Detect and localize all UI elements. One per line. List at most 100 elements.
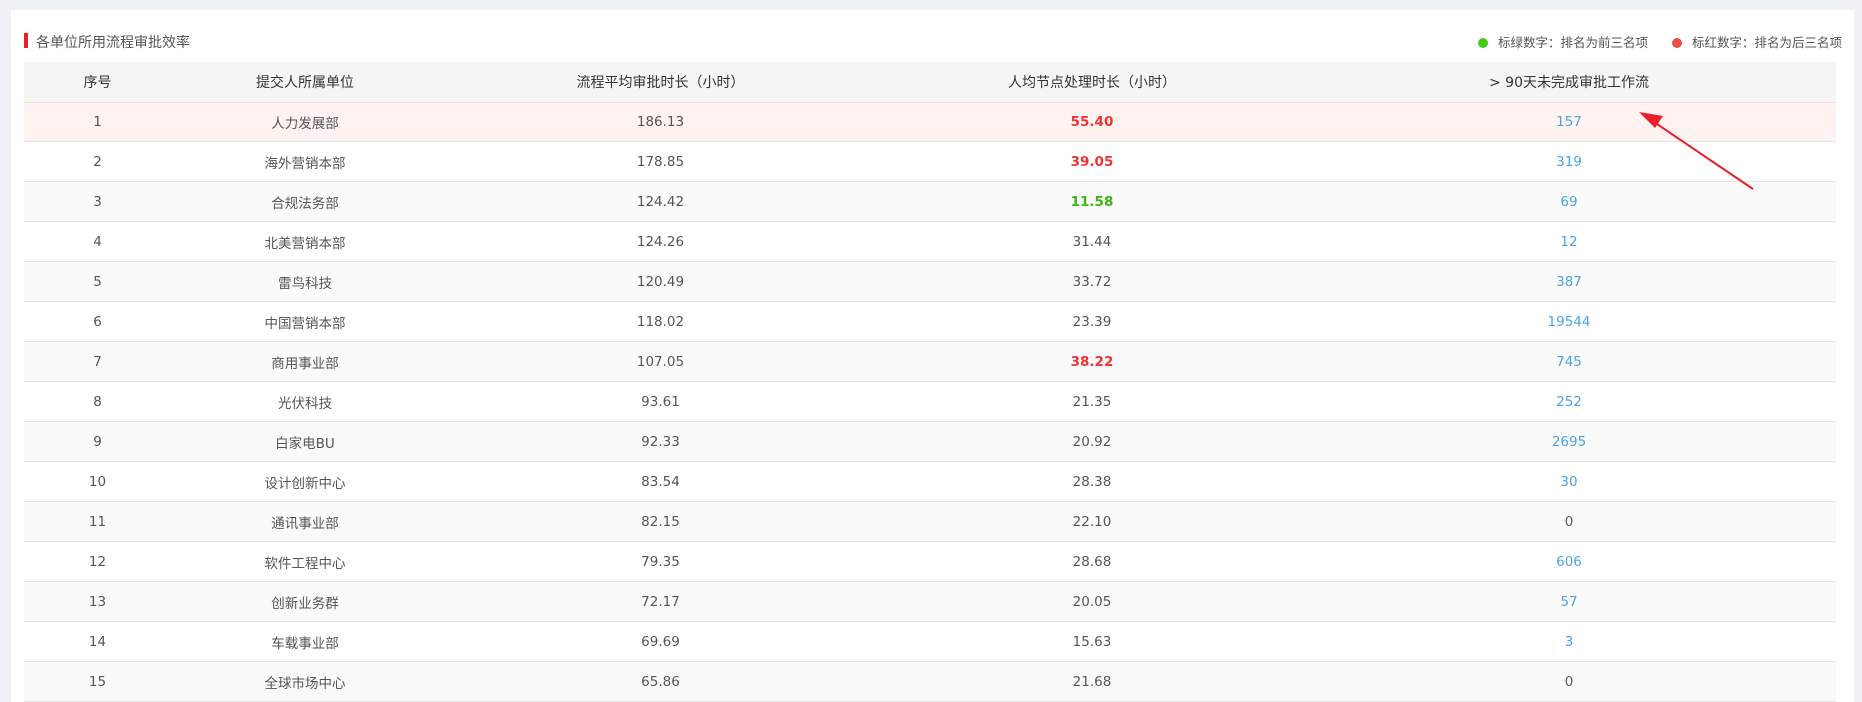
row-number: 14 xyxy=(88,633,107,650)
unit-name: 海外营销本部 xyxy=(264,155,346,172)
pending-workflows-link[interactable]: 319 xyxy=(1302,142,1836,181)
table-row: 2 海外营销本部 178.85 39.05 319 xyxy=(24,142,1836,182)
unit-name: 雷鸟科技 xyxy=(278,275,332,292)
pending-workflows-link[interactable]: 30 xyxy=(1302,462,1836,501)
unit-name: 软件工程中心 xyxy=(264,555,346,572)
unit-name: 创新业务群 xyxy=(271,595,339,612)
avg-approval-hours: 82.15 xyxy=(641,513,680,530)
avg-approval-hours: 72.17 xyxy=(641,593,680,610)
avg-approval-hours: 83.54 xyxy=(641,473,680,490)
avg-approval-hours: 118.02 xyxy=(636,313,685,330)
table-row: 11 通讯事业部 82.15 22.10 0 xyxy=(24,502,1836,542)
legend-red: 标红数字：排名为后三名项 xyxy=(1671,32,1842,51)
unit-name: 设计创新中心 xyxy=(264,475,346,492)
row-number: 12 xyxy=(88,553,107,570)
table-row: 14 车载事业部 69.69 15.63 3 xyxy=(24,622,1836,662)
unit-name: 中国营销本部 xyxy=(264,315,346,332)
avg-approval-hours: 79.35 xyxy=(641,553,680,570)
efficiency-table: 序号 提交人所属单位 流程平均审批时长（小时） 人均节点处理时长（小时） > 9… xyxy=(24,62,1836,702)
table-row: 9 白家电BU 92.33 20.92 2695 xyxy=(24,422,1836,462)
per-node-hours: 23.39 xyxy=(1072,313,1112,330)
row-number: 3 xyxy=(93,193,102,210)
pending-workflows-link[interactable]: 606 xyxy=(1302,542,1836,581)
row-number: 9 xyxy=(93,433,102,450)
avg-approval-hours: 178.85 xyxy=(636,153,685,170)
pending-workflows-link[interactable]: 12 xyxy=(1302,222,1836,261)
table-body: 1 人力发展部 186.13 55.40 157 2 海外营销本部 178.85 39.05 31… xyxy=(24,102,1836,702)
per-node-hours: 20.05 xyxy=(1072,593,1112,610)
pending-workflows-link[interactable]: 69 xyxy=(1302,182,1836,221)
avg-approval-hours: 124.26 xyxy=(636,233,685,250)
table-row: 6 中国营销本部 118.02 23.39 19544 xyxy=(24,302,1836,342)
approval-efficiency-panel: 各单位所用流程审批效率 标绿数字：排名为前三名项 标红数字：排名为后三名项 序号… xyxy=(11,10,1854,702)
avg-approval-hours: 120.49 xyxy=(636,273,685,290)
table-row: 15 全球市场中心 65.86 21.68 0 xyxy=(24,662,1836,702)
per-node-hours: 28.68 xyxy=(1072,553,1112,570)
avg-approval-hours: 107.05 xyxy=(636,353,685,370)
table-row: 10 设计创新中心 83.54 28.38 30 xyxy=(24,462,1836,502)
per-node-hours: 55.40 xyxy=(1070,114,1114,130)
per-node-hours: 33.72 xyxy=(1072,273,1112,290)
per-node-hours: 11.58 xyxy=(1070,193,1114,210)
avg-approval-hours: 69.69 xyxy=(641,633,680,650)
unit-name: 光伏科技 xyxy=(278,395,332,412)
column-header-unit: 提交人所属单位 xyxy=(256,75,354,91)
table-row: 12 软件工程中心 79.35 28.68 606 xyxy=(24,542,1836,582)
panel-title: 各单位所用流程审批效率 xyxy=(36,35,190,51)
avg-approval-hours: 124.42 xyxy=(636,193,685,210)
pending-workflows-link[interactable]: 2695 xyxy=(1302,422,1836,461)
per-node-hours: 15.63 xyxy=(1072,633,1112,650)
pending-workflows-link[interactable]: 745 xyxy=(1302,342,1836,381)
red-dot-icon xyxy=(1671,38,1682,48)
per-node-hours: 20.92 xyxy=(1072,433,1112,450)
table-row: 1 人力发展部 186.13 55.40 157 xyxy=(24,102,1836,142)
title-accent-bar xyxy=(24,33,28,48)
unit-name: 白家电BU xyxy=(275,435,335,452)
column-header-no: 序号 xyxy=(83,75,112,91)
table-row: 5 雷鸟科技 120.49 33.72 387 xyxy=(24,262,1836,302)
table-row: 3 合规法务部 124.42 11.58 69 xyxy=(24,182,1836,222)
per-node-hours: 39.05 xyxy=(1070,153,1114,170)
legend-green: 标绿数字：排名为前三名项 xyxy=(1477,32,1648,51)
table-row: 4 北美营销本部 124.26 31.44 12 xyxy=(24,222,1836,262)
legend: 标绿数字：排名为前三名项 标红数字：排名为后三名项 xyxy=(1458,32,1842,51)
pending-workflows-link[interactable]: 57 xyxy=(1302,582,1836,621)
per-node-hours: 21.68 xyxy=(1072,673,1112,690)
row-number: 8 xyxy=(93,393,102,410)
unit-name: 人力发展部 xyxy=(271,116,339,132)
legend-green-label: 标绿数字：排名为前三名项 xyxy=(1497,35,1648,50)
row-number: 5 xyxy=(93,273,102,290)
unit-name: 北美营销本部 xyxy=(264,235,346,252)
row-number: 15 xyxy=(88,673,107,690)
unit-name: 车载事业部 xyxy=(271,635,339,652)
per-node-hours: 21.35 xyxy=(1072,393,1112,410)
row-number: 4 xyxy=(93,233,102,250)
per-node-hours: 38.22 xyxy=(1070,353,1114,370)
row-number: 7 xyxy=(93,353,102,370)
unit-name: 合规法务部 xyxy=(271,195,339,212)
pending-workflows-link[interactable]: 387 xyxy=(1302,262,1836,301)
pending-workflows-link[interactable]: 19544 xyxy=(1302,302,1836,341)
table-row: 13 创新业务群 72.17 20.05 57 xyxy=(24,582,1836,622)
avg-approval-hours: 92.33 xyxy=(641,433,680,450)
row-number: 6 xyxy=(93,313,102,330)
pending-workflows-count: 0 xyxy=(1564,673,1574,690)
unit-name: 全球市场中心 xyxy=(264,675,346,692)
table-row: 7 商用事业部 107.05 38.22 745 xyxy=(24,342,1836,382)
row-number: 11 xyxy=(88,513,107,530)
legend-red-label: 标红数字：排名为后三名项 xyxy=(1691,35,1842,50)
column-header-avg-duration: 流程平均审批时长（小时） xyxy=(576,75,745,91)
column-header-pending-over-90-days: > 90天未完成审批工作流 xyxy=(1489,75,1649,91)
pending-workflows-link[interactable]: 3 xyxy=(1302,622,1836,661)
per-node-hours: 22.10 xyxy=(1072,513,1112,530)
pending-workflows-link[interactable]: 157 xyxy=(1302,103,1836,141)
avg-approval-hours: 186.13 xyxy=(636,114,685,130)
table-header-row: 序号 提交人所属单位 流程平均审批时长（小时） 人均节点处理时长（小时） > 9… xyxy=(24,62,1836,102)
column-header-per-node-duration: 人均节点处理时长（小时） xyxy=(1008,75,1176,91)
unit-name: 通讯事业部 xyxy=(271,515,339,532)
row-number: 2 xyxy=(93,153,102,170)
per-node-hours: 31.44 xyxy=(1072,233,1112,250)
pending-workflows-link[interactable]: 252 xyxy=(1302,382,1836,421)
row-number: 13 xyxy=(88,593,107,610)
unit-name: 商用事业部 xyxy=(271,355,339,372)
